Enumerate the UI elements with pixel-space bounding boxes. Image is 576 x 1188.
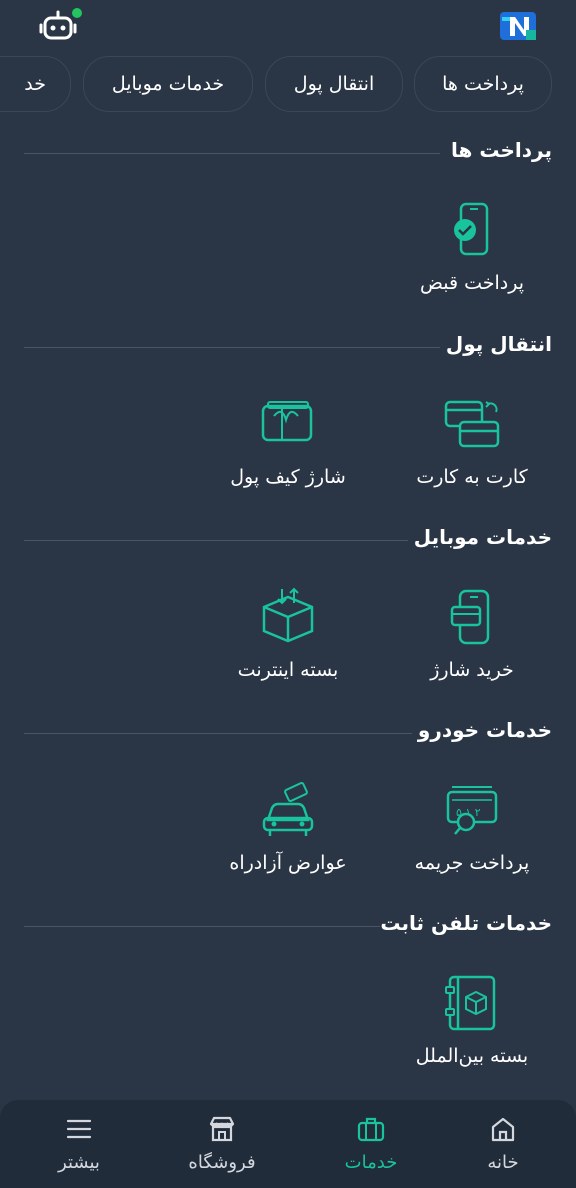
service-label: کارت به کارت <box>416 466 528 488</box>
section-payments-header: پرداخت ها <box>24 138 552 168</box>
nav-label: بیشتر <box>58 1152 100 1173</box>
section-divider <box>24 347 440 348</box>
nav-more[interactable]: بیشتر <box>24 1114 134 1173</box>
nav-home[interactable]: خانه <box>448 1114 558 1173</box>
service-label: بسته اینترنت <box>237 659 339 681</box>
tab-money-transfer[interactable]: انتقال پول <box>265 56 403 112</box>
service-label: خرید شارژ <box>430 659 514 681</box>
section-divider <box>24 926 380 927</box>
tab-mobile-services[interactable]: خدمات موبایل <box>83 56 253 112</box>
service-freeway-toll[interactable]: عوارض آزادراه <box>208 780 368 874</box>
service-bill-payment[interactable]: پرداخت قبض <box>392 200 552 294</box>
section-mobile-services-header: خدمات موبایل <box>24 525 552 555</box>
store-icon <box>209 1116 235 1142</box>
service-label: پرداخت جریمه <box>414 852 530 874</box>
nav-label: خدمات <box>344 1152 398 1173</box>
nav-label: فروشگاه <box>188 1152 256 1173</box>
section-money-transfer-header: انتقال پول <box>24 332 552 362</box>
wallet-charge-icon <box>261 401 313 442</box>
tab-payments[interactable]: پرداخت ها <box>414 56 552 112</box>
freeway-toll-icon <box>262 781 314 836</box>
tab-label: خدمات موبایل <box>111 73 225 95</box>
section-title: خدمات خودرو <box>417 718 552 742</box>
tab-label: انتقال پول <box>293 73 375 95</box>
section-landline-services-header: خدمات تلفن ثابت <box>24 911 552 941</box>
card-to-card-icon <box>444 400 500 448</box>
section-title: انتقال پول <box>445 332 552 356</box>
menu-icon <box>66 1119 92 1139</box>
service-internet-package[interactable]: بسته اینترنت <box>208 587 368 681</box>
international-package-icon <box>445 975 496 1031</box>
service-label: بسته بین‌الملل <box>415 1045 529 1067</box>
service-label: پرداخت قبض <box>419 272 525 294</box>
service-label: شارژ کیف پول <box>230 466 346 488</box>
tab-car-services[interactable]: خد <box>0 56 71 112</box>
section-divider <box>24 540 408 541</box>
service-label: عوارض آزادراه <box>229 852 347 874</box>
top-bar <box>0 0 576 52</box>
service-international-package[interactable]: بسته بین‌الملل <box>392 973 552 1067</box>
online-status-dot <box>72 8 82 18</box>
category-tabs: پرداخت ها انتقال پول خدمات موبایل خد <box>0 56 576 116</box>
mobile-charge-icon <box>450 589 490 645</box>
section-car-services-header: خدمات خودرو <box>24 718 552 748</box>
section-divider <box>24 153 440 154</box>
tab-label: پرداخت ها <box>442 73 524 95</box>
service-card-to-card[interactable]: کارت به کارت <box>392 394 552 488</box>
assistant-bot-button[interactable] <box>38 8 82 46</box>
internet-package-icon <box>262 587 314 643</box>
nav-services[interactable]: خدمات <box>316 1114 426 1173</box>
nav-store[interactable]: فروشگاه <box>167 1114 277 1173</box>
section-title: پرداخت ها <box>451 138 552 162</box>
service-mobile-charge[interactable]: خرید شارژ <box>392 587 552 681</box>
section-title: خدمات موبایل <box>413 525 552 549</box>
bottom-navigation: خانه خدمات فروشگاه بیشتر <box>0 1100 576 1188</box>
home-icon <box>491 1117 515 1142</box>
nav-label: خانه <box>487 1152 519 1173</box>
briefcase-icon <box>357 1117 385 1142</box>
bill-payment-icon <box>454 202 489 256</box>
traffic-fine-icon: ۵ ۱ ۲ <box>446 786 498 835</box>
service-traffic-fine[interactable]: ۵ ۱ ۲ پرداخت جریمه <box>392 780 552 874</box>
app-logo <box>500 12 536 40</box>
tab-label: خد <box>24 73 46 95</box>
service-wallet-charge[interactable]: شارژ کیف پول <box>208 394 368 488</box>
section-title: خدمات تلفن ثابت <box>380 911 552 935</box>
section-divider <box>24 733 412 734</box>
